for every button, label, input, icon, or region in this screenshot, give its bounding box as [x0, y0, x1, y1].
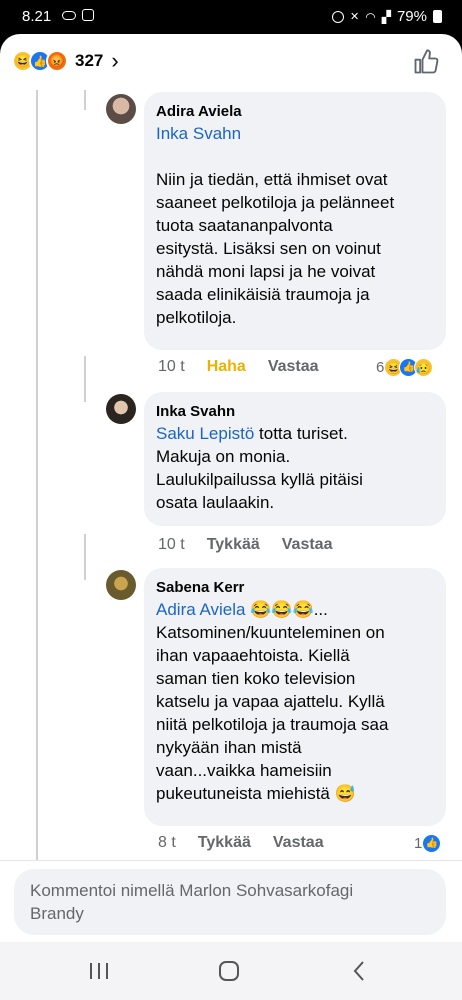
comment-reaction-count: 6	[376, 359, 385, 376]
thumbs-up-icon	[414, 49, 439, 74]
recent-apps-icon	[90, 963, 108, 979]
comment-bubble: Inka Svahn Saku Lepistö totta turiset. M…	[144, 392, 446, 526]
like-post-button[interactable]	[412, 48, 440, 76]
reaction-count: 327	[75, 51, 104, 70]
sad-reaction-icon: 😥	[414, 358, 434, 377]
comment-bubble: Sabena Kerr Adira Aviela 😂😂😂... Katsomin…	[144, 568, 446, 826]
comment-actions: 10 t Haha Vastaa	[158, 358, 341, 376]
thread-line-inner	[84, 534, 86, 580]
avatar[interactable]	[106, 570, 136, 600]
back-icon	[353, 961, 364, 981]
comment-reactions[interactable]: 1 👍	[414, 834, 442, 853]
cloud-icon	[62, 11, 76, 20]
comment-author[interactable]: Sabena Kerr	[156, 578, 434, 598]
chevron-right-icon: ›	[111, 48, 119, 73]
thread-line-inner	[84, 90, 86, 110]
signal-icon: ▞	[381, 9, 391, 24]
like-button[interactable]: Tykkää	[207, 536, 260, 554]
recent-apps-button[interactable]	[84, 958, 114, 984]
wifi-icon: ◠	[365, 9, 376, 24]
status-bar: 8.21 ✕ ◠ ▞ 79%	[0, 0, 462, 34]
back-button[interactable]	[344, 958, 374, 984]
battery-percent: 79%	[396, 8, 427, 25]
comment-reactions[interactable]: 6 😆 👍 😥	[376, 358, 434, 377]
comment-author[interactable]: Inka Svahn	[156, 402, 434, 422]
thread-line-outer	[36, 90, 38, 860]
angry-reaction-icon: 😡	[46, 50, 68, 72]
comment-actions: 8 t Tykkää Vastaa	[158, 834, 346, 852]
thread-line-inner	[84, 356, 86, 402]
battery-icon	[433, 10, 442, 23]
alarm-icon	[332, 10, 345, 23]
comment-input[interactable]: Kommentoi nimellä Marlon Sohvasarkofagi …	[14, 869, 446, 935]
comments-screen: 😆 👍 😡 327 › Adira Aviela Inka Svahn Niin…	[0, 34, 462, 1000]
instagram-icon	[82, 9, 94, 21]
status-time: 8.21	[22, 8, 52, 25]
reply-button[interactable]: Vastaa	[268, 358, 319, 376]
mute-icon: ✕	[350, 11, 360, 23]
avatar[interactable]	[106, 94, 136, 124]
like-reaction-icon: 👍	[422, 834, 442, 853]
reply-button[interactable]: Vastaa	[273, 834, 324, 852]
comment-actions: 10 t Tykkää Vastaa	[158, 536, 354, 554]
comment-time[interactable]: 8 t	[158, 834, 176, 852]
comment-mention[interactable]: Inka Svahn	[156, 122, 434, 145]
comment-time[interactable]: 10 t	[158, 358, 185, 376]
reactions-summary[interactable]: 😆 👍 😡 327 ›	[12, 50, 119, 72]
avatar[interactable]	[106, 394, 136, 424]
comment-mention[interactable]: Saku Lepistö	[156, 424, 254, 443]
comment-reaction-count: 1	[414, 835, 423, 852]
comment-bubble: Adira Aviela Inka Svahn Niin ja tiedän, …	[144, 92, 446, 350]
react-button[interactable]: Haha	[207, 358, 246, 376]
comment-text: Katsominen/kuunteleminen on ihan vapaaeh…	[156, 623, 389, 803]
like-button[interactable]: Tykkää	[198, 834, 251, 852]
home-button[interactable]	[214, 958, 244, 984]
home-icon	[219, 961, 239, 981]
comment-text: Makuja on monia. Laulukilpailussa kyllä …	[156, 447, 363, 512]
comment-text: Niin ja tiedän, että ihmiset ovat saanee…	[156, 170, 395, 327]
android-nav-bar	[0, 942, 462, 1000]
comment-author[interactable]: Adira Aviela	[156, 102, 434, 122]
comment-mention[interactable]: Adira Aviela	[156, 600, 245, 619]
reactions-header: 😆 👍 😡 327 ›	[0, 34, 462, 90]
comment-time[interactable]: 10 t	[158, 536, 185, 554]
comment-composer-area: Kommentoi nimellä Marlon Sohvasarkofagi …	[0, 860, 462, 942]
reply-button[interactable]: Vastaa	[282, 536, 333, 554]
